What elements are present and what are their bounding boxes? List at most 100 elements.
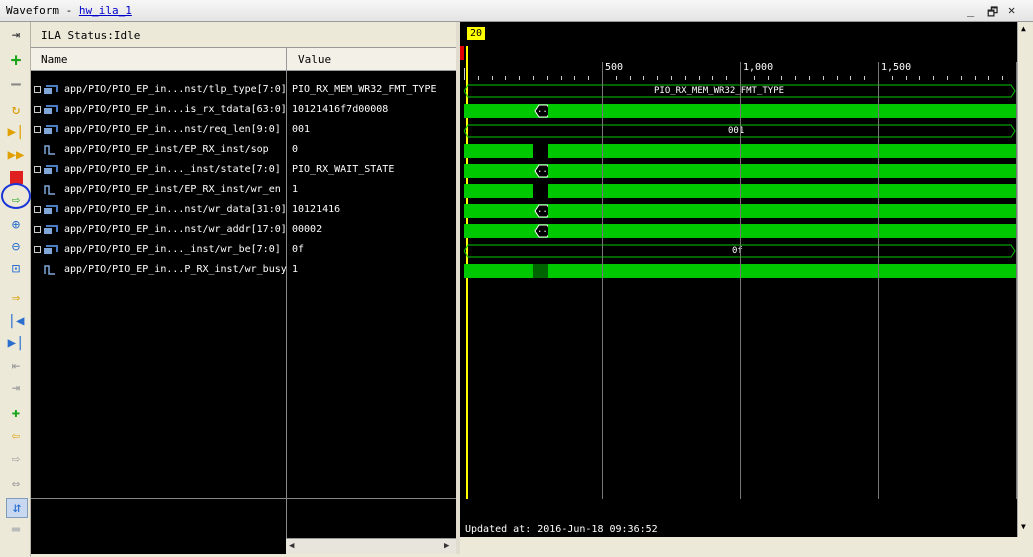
ruler-minor-tick [850, 76, 852, 80]
expand-toggle-icon[interactable] [34, 206, 41, 213]
ruler-minor-tick [988, 76, 990, 80]
signal-value: PIO_RX_WAIT_STATE [292, 164, 395, 175]
signal-list-panel: ILA Status:Idle Name Value app/PIO/PIO_E… [31, 22, 456, 554]
snap-icon[interactable]: ⇵ [6, 498, 28, 518]
ruler-minor-tick [615, 76, 617, 80]
bus-signal-icon [43, 224, 58, 236]
expand-toggle-icon[interactable] [34, 226, 41, 233]
expand-toggle-icon[interactable] [34, 126, 41, 133]
swap-cursors-icon[interactable]: ⇔ [6, 475, 26, 493]
stop-icon[interactable] [6, 168, 26, 186]
run-immediate-icon[interactable]: ▶▶ [6, 146, 26, 164]
ruler-minor-tick [960, 76, 962, 80]
waveform-panel[interactable]: 20 5001,0001,5002, PIO_RX_MEM_WR32_FMT_T… [460, 22, 1031, 537]
signal-trace[interactable]: ... [464, 104, 1016, 118]
ruler-minor-tick [974, 76, 976, 80]
ruler-tick-label: 1,500 [881, 62, 912, 73]
signal-trace[interactable] [464, 184, 1016, 198]
zoom-full-icon[interactable]: ⊡ [6, 260, 26, 278]
signal-row[interactable]: app/PIO/PIO_EP_inst/EP_RX_inst/wr_en 1 [31, 181, 456, 201]
run-trigger-icon[interactable]: ↻ [6, 101, 26, 119]
signal-trace[interactable] [464, 264, 1016, 278]
ruler-minor-tick [698, 76, 700, 80]
previous-marker-icon[interactable]: ⇦ [6, 427, 26, 445]
zoom-out-icon[interactable]: ⊖ [6, 238, 26, 256]
scroll-right-icon[interactable]: ▶ [444, 541, 449, 551]
value-column-scrollbar[interactable]: ◀ ▶ [286, 538, 456, 554]
bit-signal-icon [43, 144, 58, 156]
ruler-minor-tick [546, 76, 548, 80]
ruler-minor-tick [574, 76, 576, 80]
expand-toggle-icon[interactable] [34, 86, 41, 93]
name-column-header[interactable]: Name [41, 53, 68, 66]
signal-trace[interactable]: 001 [464, 124, 1016, 138]
scroll-down-icon[interactable]: ▼ [1021, 522, 1026, 531]
value-column-header[interactable]: Value [298, 53, 331, 66]
bus-value-label: PIO_RX_MEM_WR32_FMT_TYPE [654, 86, 785, 96]
bus-signal-icon [43, 244, 58, 256]
trigger-marker[interactable] [460, 46, 464, 60]
bus-value-label: 0f [732, 246, 743, 256]
grid-icon[interactable]: ▬ [6, 520, 26, 538]
signal-row[interactable]: app/PIO/PIO_EP_in...is_rx_tdata[63:0] 101… [31, 101, 456, 121]
trace-segment [548, 164, 1016, 178]
signal-row[interactable]: app/PIO/PIO_EP_in..._inst/state[7:0] PIO_… [31, 161, 456, 181]
scroll-left-icon[interactable]: ◀ [289, 541, 294, 551]
scroll-up-icon[interactable]: ▲ [1021, 24, 1026, 33]
expand-toggle-icon[interactable] [34, 166, 41, 173]
export-icon[interactable]: ⇨ [6, 191, 26, 209]
signal-trace[interactable]: ... [464, 204, 1016, 218]
signal-trace[interactable]: ... [464, 164, 1016, 178]
zoom-fit-icon[interactable]: ⇥ [6, 26, 26, 44]
next-marker-icon[interactable]: ⇨ [6, 450, 26, 468]
cursor-time-badge: 20 [467, 27, 486, 40]
restore-button[interactable]: 🗗 [987, 3, 998, 24]
previous-transition-icon[interactable]: ⇤ [6, 357, 26, 375]
grid-line [602, 62, 603, 499]
signal-trace[interactable] [464, 144, 1016, 158]
ruler-minor-tick [795, 76, 797, 80]
zoom-in-icon[interactable]: ⊕ [6, 216, 26, 234]
ruler-minor-tick [588, 76, 590, 80]
signal-row[interactable]: app/PIO/PIO_EP_in...nst/tlp_type[7:0] PIO… [31, 81, 456, 101]
trace-segment [464, 204, 531, 218]
ruler-minor-tick [905, 76, 907, 80]
signal-name: app/PIO/PIO_EP_inst/EP_RX_inst/wr_en [64, 184, 281, 195]
signal-row[interactable]: app/PIO/PIO_EP_inst/EP_RX_inst/sop 0 [31, 141, 456, 161]
ruler-minor-tick [519, 76, 521, 80]
column-divider[interactable] [286, 48, 287, 71]
signal-name: app/PIO/PIO_EP_inst/EP_RX_inst/sop [64, 144, 269, 155]
signal-row[interactable]: app/PIO/PIO_EP_in...P_RX_inst/wr_busy 1 [31, 261, 456, 281]
add-icon[interactable]: + [6, 52, 26, 70]
signal-trace[interactable]: PIO_RX_MEM_WR32_FMT_TYPE [464, 84, 1016, 98]
waveform-horizontal-scrollbar[interactable] [460, 537, 1033, 557]
run-icon[interactable]: ▶| [6, 123, 26, 141]
signal-trace[interactable]: 0f [464, 244, 1016, 258]
ruler-minor-tick [767, 76, 769, 80]
signal-row[interactable]: app/PIO/PIO_EP_in..._inst/wr_be[7:0] 0f [31, 241, 456, 261]
expand-toggle-icon[interactable] [34, 246, 41, 253]
add-marker-icon[interactable]: ✚ [6, 404, 26, 422]
window-title-link[interactable]: hw_ila_1 [79, 4, 132, 17]
signal-trace[interactable]: ... [464, 224, 1016, 238]
trace-segment [464, 104, 531, 118]
go-to-end-icon[interactable]: ▶| [6, 334, 26, 352]
ruler-minor-tick [947, 76, 948, 80]
signal-row[interactable]: app/PIO/PIO_EP_in...nst/wr_addr[17:0] 000… [31, 221, 456, 241]
window-title: Waveform - hw_ila_1 [6, 4, 132, 17]
ruler-tick-label: 1,000 [743, 62, 774, 73]
signal-value: 10121416 [292, 204, 341, 215]
bit-signal-icon [43, 264, 58, 276]
go-to-start-icon[interactable]: |◀ [6, 312, 26, 330]
signal-row[interactable]: app/PIO/PIO_EP_in...nst/wr_data[31:0] 101… [31, 201, 456, 221]
waveform-vertical-scrollbar[interactable]: ▲ ▼ [1017, 22, 1033, 537]
list-bottom-separator [31, 498, 456, 499]
go-to-cursor-icon[interactable]: ⇒ [6, 289, 26, 307]
waveform-toolbar: ⇥ + − ↻ ▶| ▶▶ ⇨ ⊕ ⊖ ⊡ ⇒ |◀ ▶| ⇤ ⇥ ✚ ⇦ ⇨ … [0, 22, 31, 557]
next-transition-icon[interactable]: ⇥ [6, 379, 26, 397]
minimize-button[interactable]: _ [967, 3, 974, 17]
close-button[interactable]: ✕ [1008, 3, 1015, 17]
expand-toggle-icon[interactable] [34, 106, 41, 113]
remove-icon[interactable]: − [6, 76, 26, 94]
signal-row[interactable]: app/PIO/PIO_EP_in...nst/req_len[9:0] 001 [31, 121, 456, 141]
